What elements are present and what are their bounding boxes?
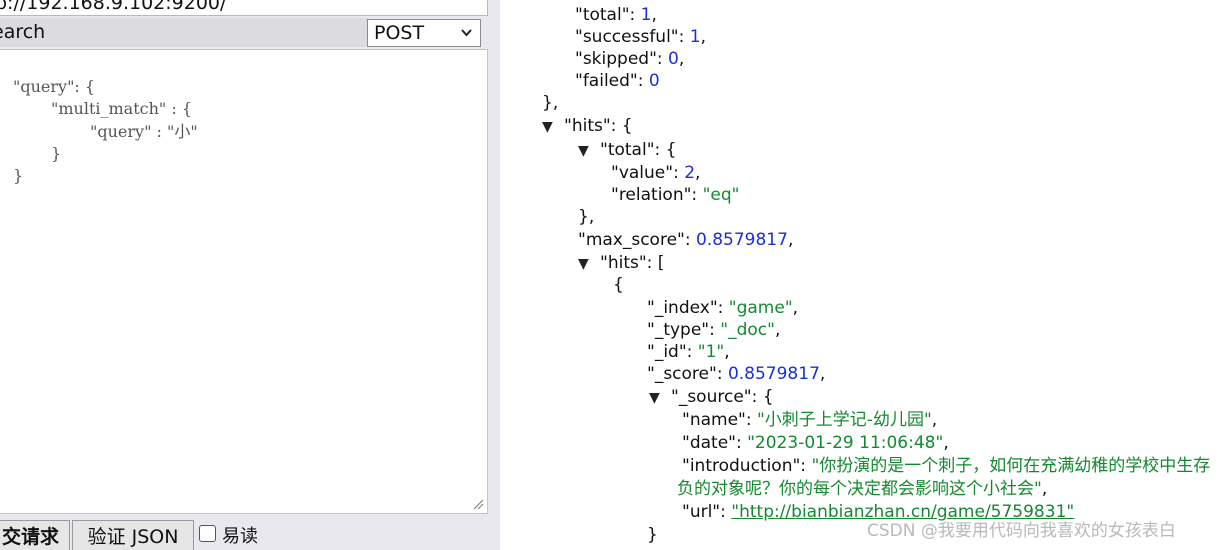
hit-index-value: "game": [728, 298, 793, 318]
hit-id-value: "1": [697, 342, 725, 362]
source-name-value: "小刺子上学记-幼儿园": [756, 410, 932, 430]
triangle-down-icon[interactable]: ▼: [649, 387, 671, 409]
response-viewer: "total": 1, "successful": 1, "skipped": …: [500, 0, 1231, 550]
shards-skipped-value: 0: [668, 49, 679, 69]
request-body-editor[interactable]: "query": { "multi_match" : { "query" : "…: [0, 49, 488, 514]
method-select-value: POST: [374, 22, 425, 44]
hit-score-value: 0.8579817: [727, 364, 820, 384]
chevron-down-icon: [461, 29, 472, 37]
json-line: "total": 1,: [575, 5, 657, 25]
json-line: "_score": 0.8579817,: [647, 364, 826, 384]
readable-label: 易读: [222, 526, 258, 547]
json-line: },: [578, 207, 595, 227]
code-line: "multi_match" : {: [51, 99, 193, 118]
code-line: "query": {: [13, 77, 96, 96]
json-line: "value": 2,: [611, 163, 701, 183]
json-line: "introduction": "你扮演的是一个刺子，如何在充满幼稚的学校中生存: [682, 456, 1211, 476]
json-line: ▼ "hits": [: [578, 253, 665, 275]
code-line: }: [51, 144, 62, 163]
submit-request-button[interactable]: 交请求: [0, 520, 70, 550]
validate-json-button[interactable]: 验证 JSON: [72, 520, 194, 550]
source-introduction-value: "你扮演的是一个刺子，如何在充满幼稚的学校中生存: [811, 456, 1211, 476]
json-line: }: [647, 525, 658, 545]
triangle-down-icon[interactable]: ▼: [578, 140, 600, 162]
json-line: "relation": "eq": [611, 185, 740, 205]
shards-failed-value: 0: [648, 71, 660, 91]
method-select[interactable]: POST: [367, 19, 481, 47]
hits-total-relation: "eq": [702, 185, 740, 205]
max-score-value: 0.8579817: [696, 230, 788, 250]
json-line: },: [542, 93, 559, 113]
json-line: "successful": 1,: [575, 27, 706, 47]
code-line: }: [13, 166, 24, 185]
shards-successful-value: 1: [689, 27, 701, 47]
json-line: ▼ "_source": {: [649, 387, 774, 409]
json-line: "_index": "game",: [647, 298, 799, 318]
path-input[interactable]: earch: [0, 18, 368, 47]
code-line: "query" : "小": [90, 122, 198, 141]
resize-grip-icon[interactable]: [472, 498, 484, 510]
json-line: ▼ "hits": {: [542, 116, 633, 138]
shards-total-value: 1: [640, 5, 652, 25]
json-line: {: [613, 275, 624, 295]
source-introduction-continued: 负的对象呢？你的每个决定都会影响这个小社会": [677, 479, 1042, 499]
hits-total-value: 2: [684, 163, 696, 183]
json-line: "_type": "_doc",: [647, 320, 781, 340]
triangle-down-icon[interactable]: ▼: [578, 253, 600, 275]
json-line: "failed": 0: [575, 71, 660, 91]
json-line: "_id": "1",: [647, 342, 730, 362]
json-line: ▼ "total": {: [578, 140, 677, 162]
json-line: "skipped": 0,: [575, 49, 685, 69]
json-line: "date": "2023-01-29 11:06:48",: [682, 433, 949, 453]
json-line: "name": "小刺子上学记-幼儿园",: [682, 410, 938, 430]
request-panel: p://192.168.9.102:9200/ earch POST "quer…: [0, 0, 500, 550]
url-input[interactable]: p://192.168.9.102:9200/: [0, 0, 488, 16]
json-line: "max_score": 0.8579817,: [578, 230, 794, 250]
readable-checkbox[interactable]: [199, 525, 216, 542]
watermark: CSDN @我要用代码向我喜欢的女孩表白: [867, 521, 1176, 541]
source-date-value: "2023-01-29 11:06:48": [747, 433, 944, 453]
json-line: 负的对象呢？你的每个决定都会影响这个小社会",: [677, 479, 1048, 499]
triangle-down-icon[interactable]: ▼: [542, 116, 564, 138]
hit-type-value: "_doc": [720, 320, 775, 340]
source-url-link[interactable]: "http://bianbianzhan.cn/game/5759831": [731, 502, 1074, 522]
